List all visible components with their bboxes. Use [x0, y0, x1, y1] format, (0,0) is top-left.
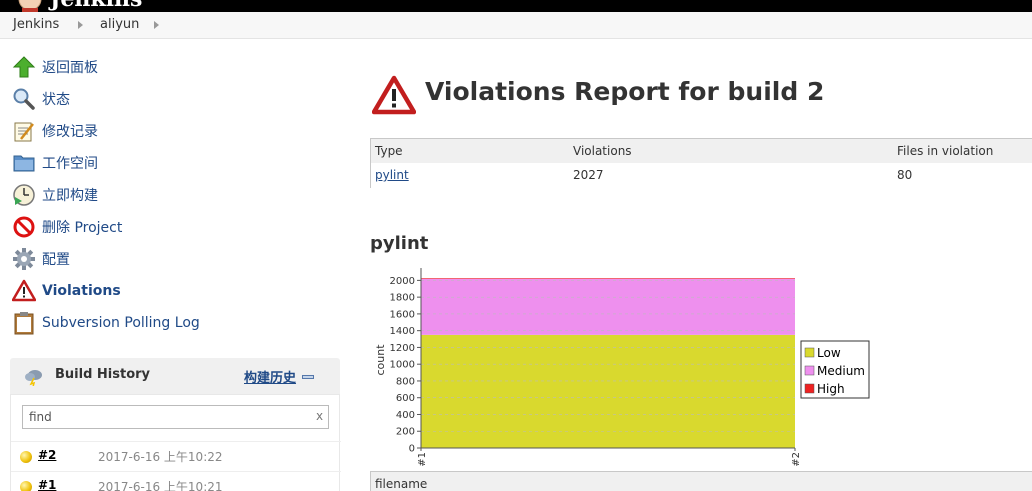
build-number-link[interactable]: #2: [38, 448, 56, 462]
build-history-body: x #2 2017-6-16 上午10:22 #1 2017-6-16 上午10…: [10, 394, 341, 491]
warning-icon: [372, 75, 416, 115]
clear-search-button[interactable]: x: [316, 409, 323, 423]
page-title: Violations Report for build 2: [425, 77, 825, 106]
y-tick-label: 400: [396, 410, 415, 421]
legend-label: Low: [817, 346, 841, 360]
legend-swatch: [804, 365, 815, 376]
task-label: 返回面板: [42, 60, 98, 76]
legend-label: Medium: [817, 364, 865, 378]
task-label: 工作空间: [42, 156, 98, 172]
violations-trend-chart: 0 200 400 600 800 1000 1200 1400 1600 1800 2000 #1 #…: [374, 268, 870, 467]
build-history-title: Build History: [55, 367, 151, 382]
task-workspace[interactable]: 工作空间: [12, 150, 332, 176]
task-configure[interactable]: 配置: [12, 246, 332, 272]
build-row: #2 2017-6-16 上午10:22: [11, 441, 341, 471]
search-icon: [13, 88, 35, 110]
table-header-row: Type Violations Files in violation: [371, 139, 1032, 163]
y-tick-label: 1000: [390, 360, 415, 371]
y-tick-label: 1400: [390, 326, 415, 337]
legend-label: High: [817, 382, 845, 396]
build-status-ball-icon[interactable]: [20, 481, 32, 491]
task-label: 配置: [42, 252, 70, 268]
breadcrumb-arrow-icon[interactable]: [154, 21, 159, 29]
task-label: 删除 Project: [42, 220, 123, 236]
area-series-medium: [421, 278, 795, 335]
task-subversion-polling-log[interactable]: Subversion Polling Log: [12, 310, 332, 336]
section-title: pylint: [370, 233, 429, 254]
logo-text[interactable]: Jenkins: [50, 0, 142, 10]
task-label: Violations: [42, 283, 121, 299]
y-tick-label: 600: [396, 393, 415, 404]
legend-swatch: [804, 383, 815, 394]
task-back-to-dashboard[interactable]: 返回面板: [12, 54, 332, 80]
y-tick-label: 2000: [390, 276, 415, 287]
build-date: 2017-6-16 上午10:21: [98, 480, 223, 491]
jenkins-logo-icon[interactable]: [14, 0, 46, 12]
build-trend-link[interactable]: 构建历史: [244, 367, 296, 386]
column-header-type: Type: [375, 144, 403, 158]
task-label: 状态: [42, 92, 70, 108]
folder-icon: [13, 155, 35, 172]
task-label: Subversion Polling Log: [42, 315, 200, 331]
y-tick-label: 800: [396, 376, 415, 387]
breadcrumb-jenkins[interactable]: Jenkins: [13, 17, 59, 32]
y-tick-label: 1800: [390, 293, 415, 304]
task-build-now[interactable]: 立即构建: [12, 182, 332, 208]
up-arrow-icon: [12, 56, 36, 78]
gear-icon: [13, 248, 35, 270]
build-date: 2017-6-16 上午10:22: [98, 450, 223, 464]
y-axis-label: count: [374, 344, 387, 376]
no-entry-icon: [13, 216, 35, 238]
violations-count: 2027: [573, 168, 604, 182]
clipboard-icon: [14, 312, 34, 335]
notepad-icon: [14, 122, 34, 142]
task-changes[interactable]: 修改记录: [12, 118, 332, 144]
table-row: pylint 2027 80: [371, 163, 1032, 188]
y-tick-label: 0: [409, 444, 415, 455]
build-number-link[interactable]: #1: [38, 478, 56, 491]
task-status[interactable]: 状态: [12, 86, 332, 112]
breadcrumb-arrow-icon[interactable]: [78, 21, 83, 29]
y-tick-label: 200: [396, 427, 415, 438]
collapse-icon[interactable]: [302, 375, 314, 379]
clock-play-icon: [13, 184, 35, 206]
top-header: Jenkins: [0, 0, 1032, 12]
breadcrumb-aliyun[interactable]: aliyun: [100, 17, 139, 32]
y-tick-label: 1600: [390, 309, 415, 320]
build-status-ball-icon[interactable]: [20, 451, 32, 463]
file-table: filename: [370, 471, 1032, 491]
task-delete-project[interactable]: 删除 Project: [12, 214, 332, 240]
build-history-header: Build History 构建历史: [10, 358, 340, 394]
column-header-files: Files in violation: [897, 144, 994, 158]
breadcrumb: Jenkins aliyun: [0, 12, 1032, 39]
build-search-input[interactable]: [22, 405, 329, 429]
x-tick-label: #2: [791, 452, 802, 467]
task-violations[interactable]: Violations: [12, 278, 332, 304]
build-history-panel: Build History 构建历史 x #2 2017-6-16 上午10:2…: [10, 358, 341, 491]
warning-icon: [12, 279, 36, 302]
x-tick-label: #1: [417, 452, 428, 467]
y-tick-label: 1200: [390, 343, 415, 354]
type-link-pylint[interactable]: pylint: [375, 168, 409, 182]
task-label: 修改记录: [42, 124, 98, 140]
weather-icon: [25, 370, 42, 386]
column-header-filename: filename: [375, 477, 428, 491]
legend-swatch: [804, 347, 815, 358]
violations-summary-table: Type Violations Files in violation pylin…: [370, 138, 1032, 188]
files-count: 80: [897, 168, 913, 182]
area-series-high: [421, 278, 795, 279]
task-label: 立即构建: [42, 188, 98, 204]
column-header-violations: Violations: [573, 144, 632, 158]
build-row: #1 2017-6-16 上午10:21: [11, 471, 341, 491]
